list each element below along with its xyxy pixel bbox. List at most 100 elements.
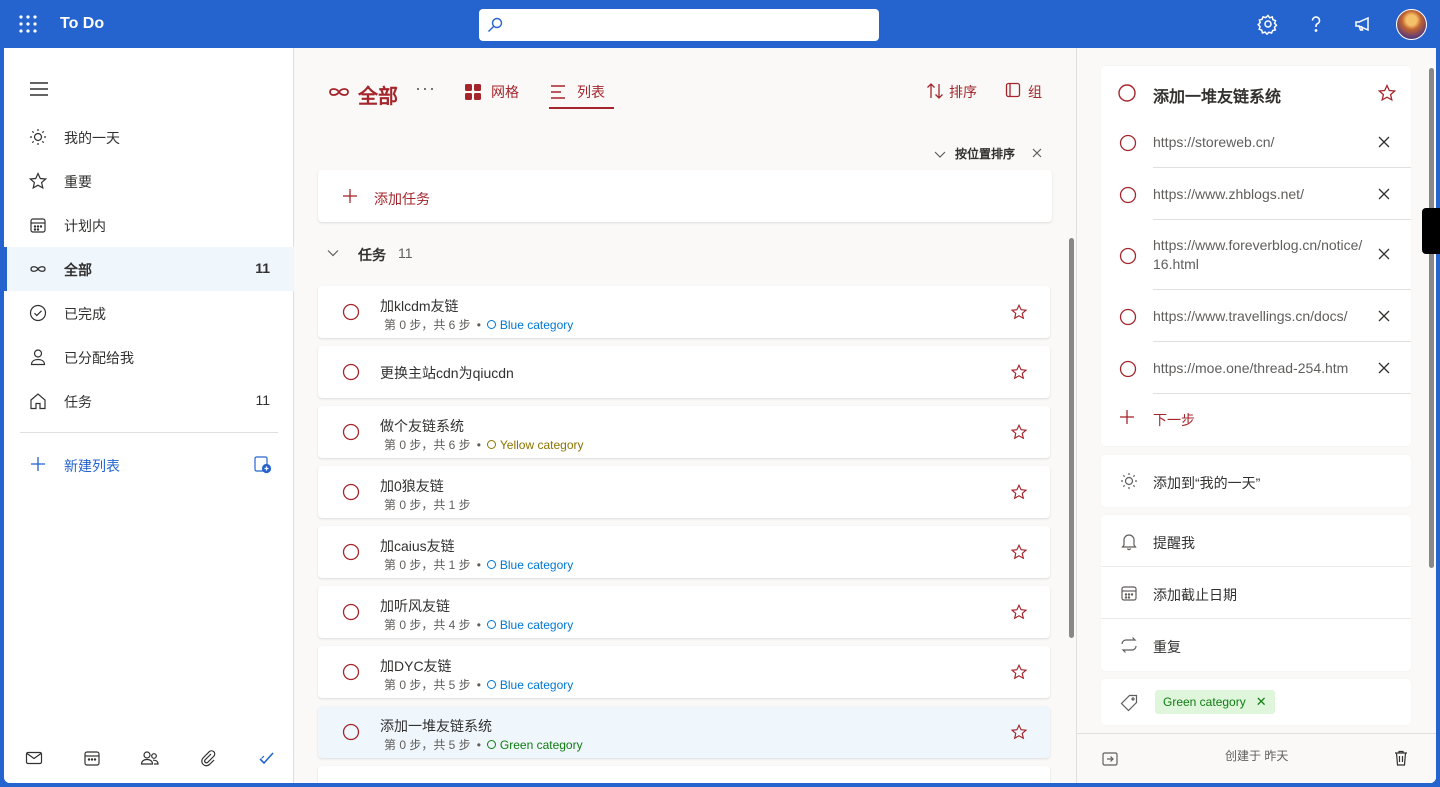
task-item[interactable]: 更换主站cdn为qiucdn [318, 346, 1050, 398]
people-icon[interactable] [140, 748, 160, 768]
mail-icon[interactable] [24, 748, 44, 768]
step-item[interactable]: https://www.foreverblog.cn/notice/16.htm… [1101, 220, 1411, 290]
star-icon[interactable] [1010, 363, 1028, 381]
step-checkbox[interactable] [1119, 186, 1137, 204]
step-text[interactable]: https://www.travellings.cn/docs/ [1153, 307, 1363, 326]
more-options-button[interactable]: ··· [415, 78, 436, 99]
new-group-icon[interactable] [252, 454, 272, 474]
step-item[interactable]: https://www.travellings.cn/docs/ [1101, 290, 1411, 342]
step-item[interactable]: https://moe.one/thread-254.htm [1101, 342, 1411, 394]
user-avatar[interactable] [1396, 9, 1427, 40]
star-icon[interactable] [1010, 303, 1028, 321]
delete-trash-icon[interactable] [1391, 748, 1411, 768]
remind-me-button[interactable]: 提醒我 [1101, 515, 1411, 567]
step-checkbox[interactable] [1119, 134, 1137, 152]
grid-view-tab[interactable]: 网格 [463, 80, 533, 108]
plus-icon [28, 454, 48, 474]
detail-scrollbar[interactable] [1429, 68, 1434, 568]
task-checkbox[interactable] [342, 723, 360, 741]
star-icon[interactable] [1010, 603, 1028, 621]
add-next-step-input[interactable]: 下一步 [1101, 394, 1411, 442]
delete-step-icon[interactable] [1377, 361, 1391, 375]
list-title[interactable]: 全部 [358, 80, 398, 109]
step-text[interactable]: https://www.zhblogs.net/ [1153, 185, 1363, 204]
complete-task-checkbox[interactable] [1117, 83, 1137, 103]
star-icon[interactable] [1010, 423, 1028, 441]
step-text[interactable]: https://www.foreverblog.cn/notice/16.htm… [1153, 236, 1363, 274]
app-title[interactable]: To Do [60, 15, 104, 33]
star-icon[interactable] [1010, 663, 1028, 681]
sidebar-item-all[interactable]: 全部 11 [4, 247, 294, 291]
task-title: 加听风友链 [380, 598, 450, 614]
add-task-input[interactable]: 添加任务 [318, 170, 1052, 222]
step-checkbox[interactable] [1119, 360, 1137, 378]
task-checkbox[interactable] [342, 543, 360, 561]
detail-task-title[interactable]: 添加一堆友链系统 [1153, 83, 1281, 107]
task-checkbox[interactable] [342, 363, 360, 381]
task-checkbox[interactable] [342, 483, 360, 501]
star-icon[interactable] [1010, 483, 1028, 501]
task-item[interactable]: 加听风友链第 0 步，共 4 步 • Blue category [318, 586, 1050, 638]
sidebar-item-tasks[interactable]: 任务 11 [4, 379, 294, 423]
search-box[interactable] [479, 9, 879, 41]
task-item[interactable]: 加DYC友链第 0 步，共 5 步 • Blue category [318, 646, 1050, 698]
calendar-app-icon[interactable] [82, 748, 102, 768]
sidebar-item-completed[interactable]: 已完成 [4, 291, 294, 335]
search-input[interactable] [511, 13, 871, 37]
delete-step-icon[interactable] [1377, 309, 1391, 323]
step-item[interactable]: https://www.zhblogs.net/ [1101, 168, 1411, 220]
delete-step-icon[interactable] [1377, 135, 1391, 149]
task-item[interactable]: 添加一堆友链系统第 0 步，共 5 步 • Green category [318, 706, 1050, 758]
task-item[interactable]: 加klcdm友链第 0 步，共 6 步 • Blue category [318, 286, 1050, 338]
sidebar-item-important[interactable]: 重要 [4, 159, 294, 203]
add-due-date-button[interactable]: 添加截止日期 [1101, 567, 1411, 619]
tag-icon[interactable] [1119, 693, 1139, 713]
step-item[interactable]: https://storeweb.cn/ [1101, 116, 1411, 168]
step-checkbox[interactable] [1119, 247, 1137, 265]
close-icon[interactable] [1031, 147, 1043, 159]
task-checkbox[interactable] [342, 663, 360, 681]
task-checkbox[interactable] [342, 603, 360, 621]
category-circle-icon [486, 320, 496, 329]
task-checkbox[interactable] [342, 303, 360, 321]
task-item[interactable]: 做个友链系统第 0 步，共 6 步 • Yellow category [318, 406, 1050, 458]
add-to-my-day-button[interactable]: 添加到“我的一天” [1101, 455, 1411, 507]
step-text[interactable]: https://storeweb.cn/ [1153, 133, 1363, 152]
repeat-button[interactable]: 重复 [1101, 619, 1411, 671]
task-checkbox[interactable] [342, 423, 360, 441]
sort-button[interactable]: 排序 [925, 80, 985, 104]
hide-detail-icon[interactable] [1101, 750, 1119, 768]
sidebar-item-assigned[interactable]: 已分配给我 [4, 335, 294, 379]
list-view-tab[interactable]: 列表 [549, 80, 619, 109]
list-scrollbar[interactable] [1069, 238, 1074, 638]
hamburger-menu-icon[interactable] [30, 82, 48, 96]
task-item[interactable]: 加caius友链第 0 步，共 1 步 • Blue category [318, 526, 1050, 578]
star-icon[interactable] [1010, 723, 1028, 741]
delete-step-icon[interactable] [1377, 187, 1391, 201]
attachment-icon[interactable] [198, 748, 218, 768]
star-icon[interactable] [1377, 83, 1397, 103]
task-title: 更换主站cdn为qiucdn [380, 365, 514, 381]
group-button[interactable]: 组 [1004, 80, 1048, 104]
category-chip[interactable]: Green category ✕ [1155, 690, 1275, 714]
sidebar-item-my-day[interactable]: 我的一天 [4, 115, 294, 159]
sidebar: 我的一天 重要 计划内 全部 11 已完成 已分配给我 任务 11 新建列表 [4, 48, 294, 783]
new-list-button[interactable]: 新建列表 [4, 442, 294, 486]
todo-check-icon[interactable] [256, 748, 276, 768]
task-item[interactable]: 加0狼友链第 0 步，共 1 步 [318, 466, 1050, 518]
delete-step-icon[interactable] [1377, 247, 1391, 261]
side-drawer-handle[interactable] [1422, 208, 1440, 254]
help-icon[interactable] [1304, 12, 1328, 36]
app-launcher-icon[interactable] [16, 12, 40, 36]
step-checkbox[interactable] [1119, 308, 1137, 326]
megaphone-feedback-icon[interactable] [1352, 12, 1376, 36]
new-list-label: 新建列表 [64, 458, 120, 474]
task-item-partial[interactable] [318, 766, 1050, 783]
sidebar-item-planned[interactable]: 计划内 [4, 203, 294, 247]
settings-gear-icon[interactable] [1256, 12, 1280, 36]
star-icon[interactable] [1010, 543, 1028, 561]
remove-category-icon[interactable]: ✕ [1256, 694, 1267, 710]
created-date: 创建于 昨天 [1225, 749, 1289, 763]
task-meta: 第 0 步，共 5 步 • Green category [384, 736, 583, 753]
step-text[interactable]: https://moe.one/thread-254.htm [1153, 359, 1363, 378]
